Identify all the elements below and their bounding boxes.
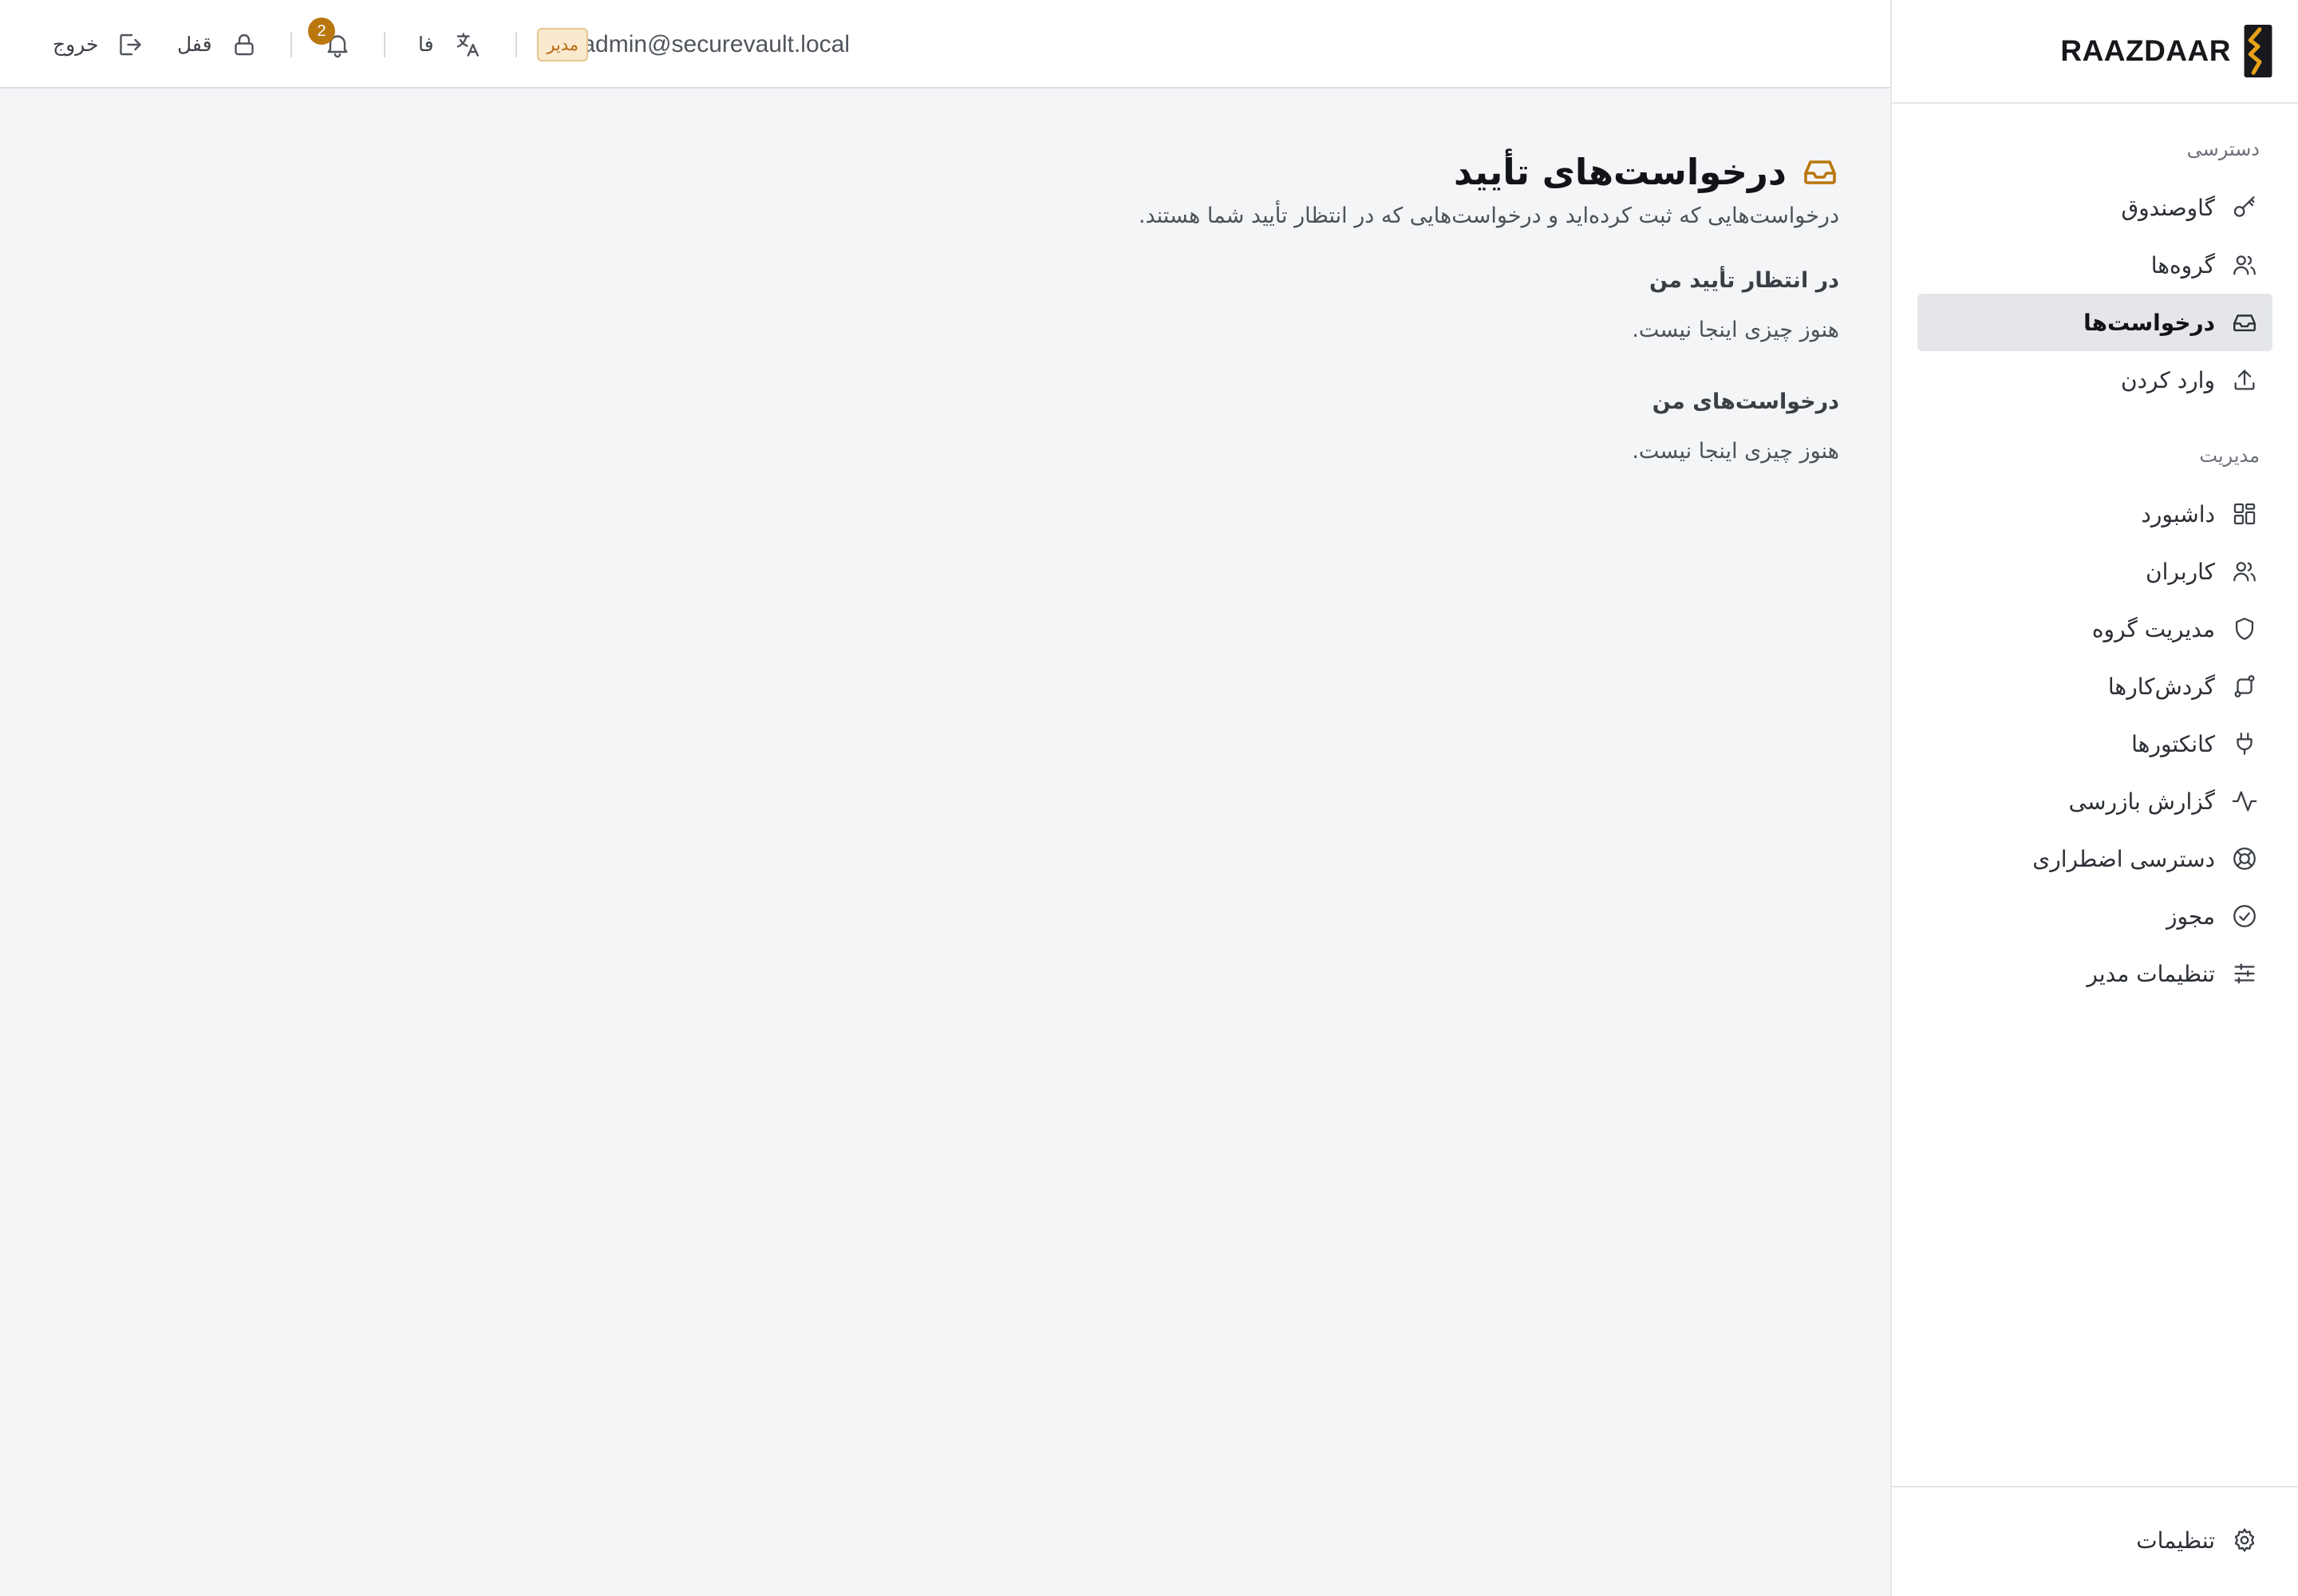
sidebar-item-label: گزارش بازرسی xyxy=(2068,788,2215,815)
nav-admin: داشبورد کاربران مدیریت گروه xyxy=(1892,485,2298,1002)
sidebar-item-emergency-access[interactable]: دسترسی اضطراری xyxy=(1917,830,2272,887)
workflow-icon xyxy=(2231,673,2258,700)
page-subtitle: درخواست‌هایی که ثبت کرده‌اید و درخواست‌ه… xyxy=(1138,203,1839,228)
sidebar-item-label: تنظیمات xyxy=(2136,1527,2215,1554)
gear-icon xyxy=(2231,1527,2258,1554)
divider xyxy=(290,32,292,57)
sidebar-item-users[interactable]: کاربران xyxy=(1917,543,2272,600)
language-toggle[interactable]: فا xyxy=(418,0,434,89)
lifebuoy-icon xyxy=(2231,845,2258,872)
lock-icon[interactable] xyxy=(230,0,259,89)
top-bar: admin@securevault.local مدیر فا 2 قفل خر… xyxy=(0,0,1890,89)
sidebar-footer: تنظیمات xyxy=(1892,1486,2298,1596)
sidebar-item-label: گردش‌کارها xyxy=(2107,673,2215,700)
translate-icon[interactable] xyxy=(453,0,482,89)
key-icon xyxy=(2231,194,2258,221)
user-email: admin@securevault.local xyxy=(582,30,850,57)
sidebar-item-import[interactable]: وارد کردن xyxy=(1917,351,2272,409)
sidebar-item-license[interactable]: مجوز xyxy=(1917,887,2272,945)
lock-button[interactable]: قفل xyxy=(177,0,212,89)
notification-count: 2 xyxy=(308,18,335,45)
sidebar-item-label: مدیریت گروه xyxy=(2091,615,2215,642)
my-requests-empty-state: هنوز چیزی اینجا نیست. xyxy=(1632,439,1839,464)
sidebar-item-label: تنظیمات مدیر xyxy=(2087,960,2215,987)
sidebar-item-label: درخواست‌ها xyxy=(2083,309,2215,336)
sidebar-item-label: گاوصندوق xyxy=(2121,194,2215,221)
users-icon xyxy=(2231,251,2258,279)
sidebar-item-label: داشبورد xyxy=(2141,500,2215,527)
dashboard-icon xyxy=(2231,500,2258,527)
sidebar-item-label: وارد کردن xyxy=(2120,366,2215,393)
logout-button[interactable]: خروج xyxy=(53,0,98,89)
logout-icon[interactable] xyxy=(115,0,144,89)
bell-icon[interactable] xyxy=(323,0,352,89)
section-label-access: دسترسی xyxy=(2186,138,2260,160)
sidebar-item-audit-log[interactable]: گزارش بازرسی xyxy=(1917,772,2272,830)
plug-icon xyxy=(2231,730,2258,757)
sidebar-item-connectors[interactable]: کانکتورها xyxy=(1917,715,2272,772)
logo-icon xyxy=(2244,25,2272,77)
sidebar-item-admin-settings[interactable]: تنظیمات مدیر xyxy=(1917,945,2272,1002)
sidebar-item-requests[interactable]: درخواست‌ها xyxy=(1917,294,2272,351)
my-requests-heading: درخواست‌های من xyxy=(1652,389,1839,414)
brand-name: RAAZDAAR xyxy=(2060,34,2231,67)
inbox-icon xyxy=(2231,309,2258,336)
page-title: درخواست‌های تأیید xyxy=(1453,150,1787,193)
sidebar-item-dashboard[interactable]: داشبورد xyxy=(1917,485,2272,543)
shield-icon xyxy=(2231,615,2258,642)
pending-approval-heading: در انتظار تأیید من xyxy=(1648,268,1839,293)
sliders-icon xyxy=(2231,960,2258,987)
activity-icon xyxy=(2231,788,2258,815)
sidebar-item-label: گروه‌ها xyxy=(2150,251,2215,279)
divider xyxy=(384,32,385,57)
sidebar-item-label: کاربران xyxy=(2146,558,2215,585)
sidebar-item-group-management[interactable]: مدیریت گروه xyxy=(1917,600,2272,658)
inbox-icon xyxy=(1801,152,1839,191)
sidebar-item-label: دسترسی اضطراری xyxy=(2032,845,2215,872)
sidebar-item-groups[interactable]: گروه‌ها xyxy=(1917,236,2272,294)
sidebar-item-vault[interactable]: گاوصندوق xyxy=(1917,179,2272,236)
brand[interactable]: RAAZDAAR xyxy=(1892,0,2298,104)
sidebar-item-settings[interactable]: تنظیمات xyxy=(1917,1511,2272,1569)
sidebar-item-label: کانکتورها xyxy=(2131,730,2215,757)
sidebar-item-label: مجوز xyxy=(2166,903,2215,930)
users-icon xyxy=(2231,558,2258,585)
upload-icon xyxy=(2231,366,2258,393)
sidebar: RAAZDAAR دسترسی گاوصندوق گروه‌ها xyxy=(1890,0,2298,1596)
divider xyxy=(515,32,517,57)
nav-access: گاوصندوق گروه‌ها درخواست‌ها xyxy=(1892,179,2298,409)
role-badge: مدیر xyxy=(537,28,588,61)
page-header: درخواست‌های تأیید xyxy=(1139,138,1839,205)
sidebar-item-workflows[interactable]: گردش‌کارها xyxy=(1917,658,2272,715)
badge-check-icon xyxy=(2231,903,2258,930)
pending-empty-state: هنوز چیزی اینجا نیست. xyxy=(1632,318,1839,342)
section-label-admin: مدیریت xyxy=(2199,444,2260,467)
main-content: درخواست‌های تأیید درخواست‌هایی که ثبت کر… xyxy=(0,90,1890,1596)
